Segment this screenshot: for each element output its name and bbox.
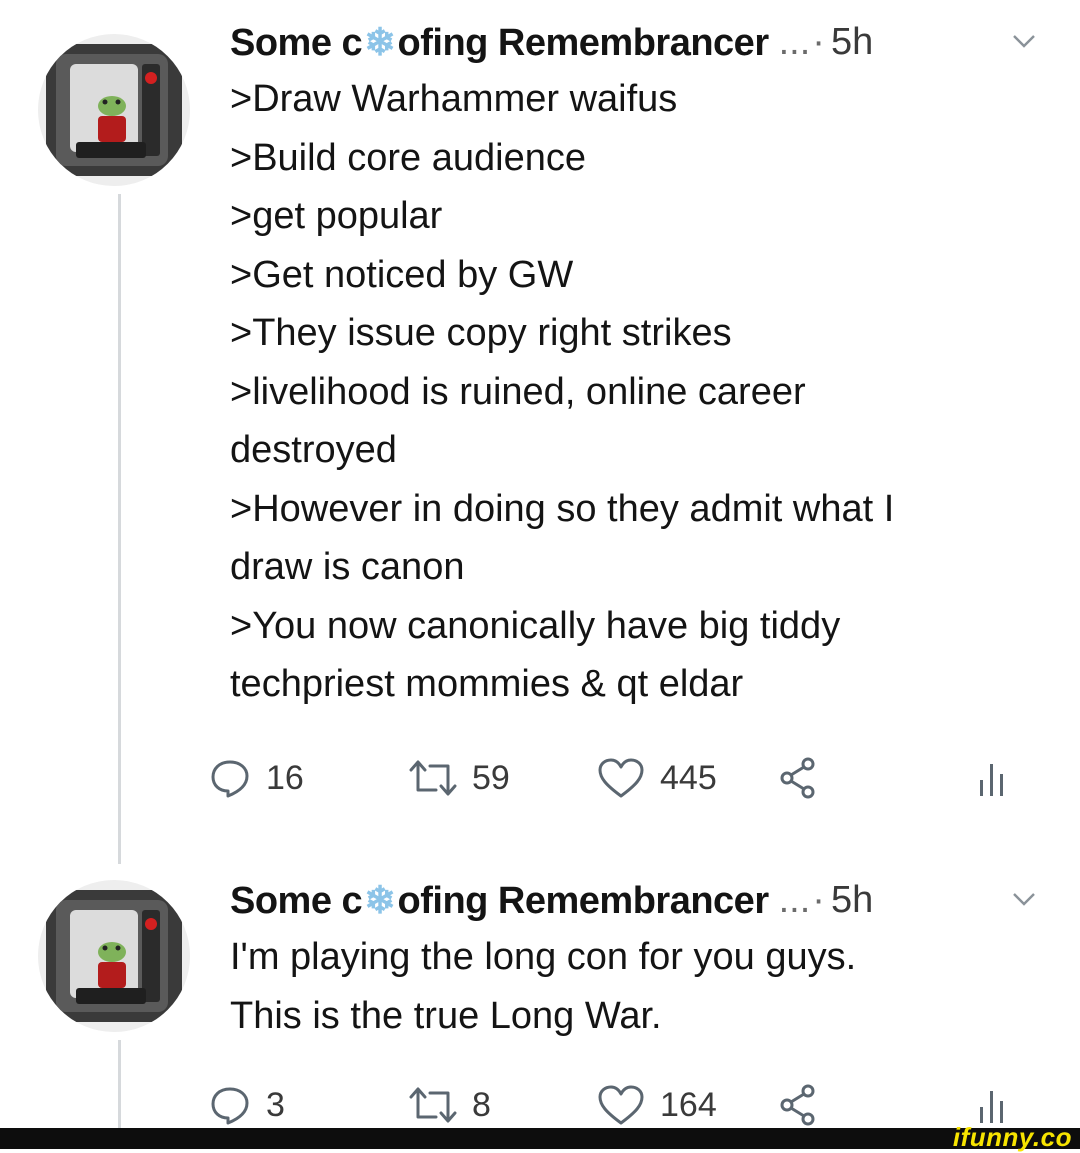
display-name-start: Some c (230, 21, 363, 64)
heart-icon (598, 758, 644, 798)
tweet-text-line: >get popular (230, 195, 443, 237)
like-count: 445 (660, 758, 717, 797)
separator-dot: · (812, 878, 825, 921)
tweet-text-line: >They issue copy right strikes (230, 312, 732, 354)
reply-button[interactable]: 3 (208, 1075, 285, 1135)
separator-dot: · (812, 20, 825, 63)
snowflake-icon: ❄ (364, 879, 396, 922)
tweet-header: Some c❄ofing Remembrancer ... · 5h (230, 12, 1040, 72)
tweet-text-line: draw is canon (230, 546, 465, 588)
tweet-text-line: I'm playing the long con for you guys. (230, 936, 857, 978)
display-name[interactable]: Some c❄ofing Remembrancer (230, 20, 769, 65)
chevron-down-icon[interactable] (1008, 26, 1040, 58)
retweet-button[interactable]: 8 (408, 1075, 491, 1135)
timestamp[interactable]: 5h (831, 21, 873, 64)
avatar[interactable] (38, 880, 190, 1032)
like-button[interactable]: 164 (596, 1075, 717, 1135)
snowflake-icon: ❄ (364, 21, 396, 64)
watermark-bar: ifunny.co (0, 1122, 1080, 1152)
tweet-text-line: >Draw Warhammer waifus (230, 78, 678, 120)
retweet-button[interactable]: 59 (408, 748, 510, 808)
display-name-end: ofing Remembrancer (397, 879, 770, 922)
tweet-actions: 3 8 164 (208, 1075, 1048, 1135)
handle-ellipsis: ... (778, 20, 811, 63)
timestamp[interactable]: 5h (831, 879, 873, 922)
tweet-text-line: >However in doing so they admit what I (230, 487, 895, 530)
display-name[interactable]: Some c❄ofing Remembrancer (230, 878, 769, 923)
tweet-header: Some c❄ofing Remembrancer ... · 5h (230, 870, 1040, 930)
retweet-icon (409, 1087, 457, 1123)
display-name-start: Some c (230, 879, 363, 922)
chevron-down-icon[interactable] (1008, 884, 1040, 916)
tweet-text-line: >Get noticed by GW (230, 253, 574, 296)
bar-stats-icon[interactable] (978, 1087, 1006, 1125)
tweet-text-line: >Build core audience (230, 136, 586, 179)
reply-count: 3 (266, 1085, 285, 1124)
avatar[interactable] (38, 34, 190, 186)
display-name-end: ofing Remembrancer (397, 21, 770, 64)
tweet-text-line: >livelihood is ruined, online career (230, 370, 806, 413)
like-button[interactable]: 445 (596, 748, 717, 808)
watermark-logo: ifunny.co (952, 1122, 1072, 1152)
retweet-count: 8 (472, 1085, 491, 1124)
tweet-text-line: This is the true Long War. (230, 994, 662, 1037)
tweet-actions: 16 59 445 (208, 748, 1048, 808)
retweet-icon (409, 760, 457, 796)
reply-count: 16 (266, 758, 304, 797)
tweet-text-line: destroyed (230, 429, 397, 471)
thread-line-2 (118, 1040, 121, 1130)
heart-icon (598, 1085, 644, 1125)
reply-button[interactable]: 16 (208, 748, 304, 808)
share-button[interactable] (778, 1075, 824, 1135)
handle-ellipsis: ... (778, 878, 811, 921)
tweet-text-line: techpriest mommies & qt eldar (230, 663, 744, 705)
share-icon (780, 757, 815, 799)
thread-line-1 (118, 194, 121, 864)
tweet-text: >Draw Warhammer waifus >Build core audie… (230, 70, 1040, 714)
like-count: 164 (660, 1085, 717, 1124)
tweet-text: I'm playing the long con for you guys. T… (230, 928, 1040, 1045)
share-icon (780, 1084, 815, 1126)
speech-bubble-icon (211, 760, 249, 798)
bar-stats-icon[interactable] (978, 760, 1006, 798)
share-button[interactable] (778, 748, 824, 808)
retweet-count: 59 (472, 758, 510, 797)
speech-bubble-icon (211, 1087, 249, 1125)
tweet-text-line: >You now canonically have big tiddy (230, 604, 841, 647)
